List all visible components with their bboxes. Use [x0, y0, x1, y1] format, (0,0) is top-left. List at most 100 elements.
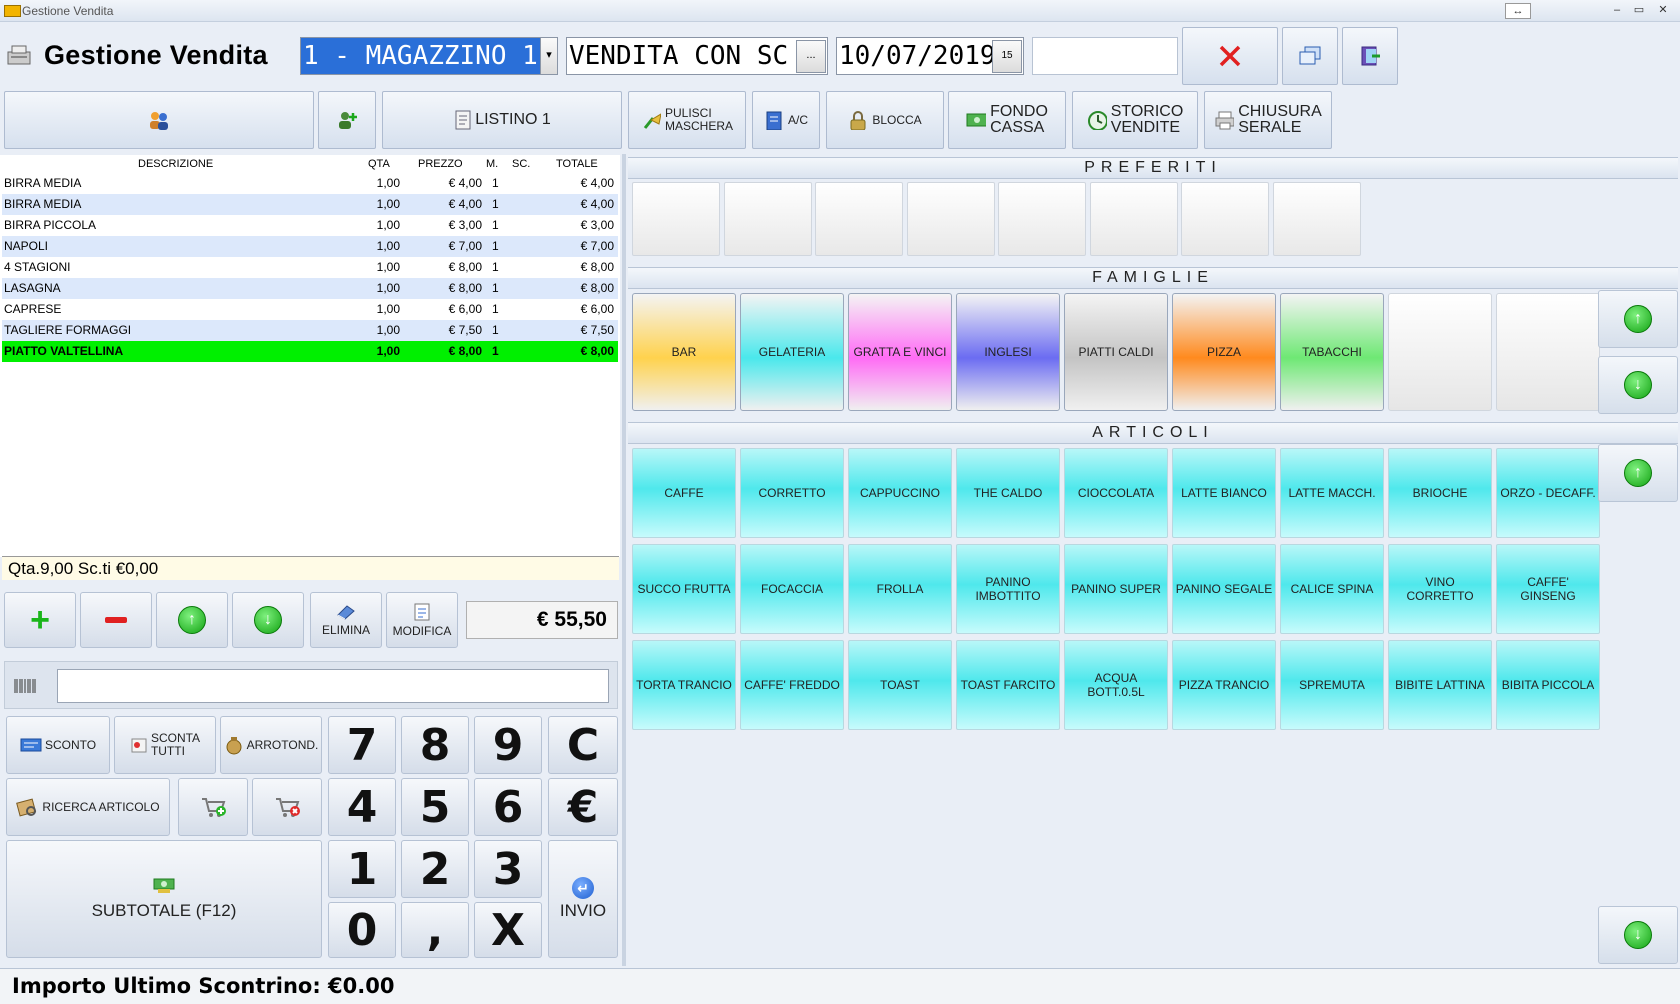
articolo-button[interactable]: PANINO IMBOTTITO: [956, 544, 1060, 634]
table-row[interactable]: BIRRA PICCOLA 1,00 € 3,00 1 € 3,00: [2, 215, 618, 236]
key-5[interactable]: 5: [401, 778, 469, 836]
exit-button[interactable]: [1342, 27, 1398, 85]
articolo-button[interactable]: CAPPUCCINO: [848, 448, 952, 538]
articolo-button[interactable]: CAFFE' GINSENG: [1496, 544, 1600, 634]
sconta-tutti-button[interactable]: SCONTA TUTTI: [114, 716, 216, 774]
articolo-button[interactable]: FOCACCIA: [740, 544, 844, 634]
extra-input[interactable]: [1032, 37, 1178, 75]
preferito-slot[interactable]: [998, 182, 1086, 256]
articoli-scroll-down[interactable]: ↓: [1598, 906, 1678, 964]
famiglia-button[interactable]: GELATERIA: [740, 293, 844, 411]
preferito-slot[interactable]: [1181, 182, 1269, 256]
table-row[interactable]: BIRRA MEDIA 1,00 € 4,00 1 € 4,00: [2, 173, 618, 194]
key-comma[interactable]: ,: [401, 902, 469, 958]
key-3[interactable]: 3: [474, 840, 542, 898]
key-euro[interactable]: €: [548, 778, 618, 836]
articolo-button[interactable]: LATTE MACCH.: [1280, 448, 1384, 538]
subtotale-button[interactable]: SUBTOTALE (F12): [6, 840, 322, 958]
barcode-input[interactable]: [57, 669, 609, 703]
maximize-button[interactable]: ▭: [1632, 3, 1646, 17]
key-1[interactable]: 1: [328, 840, 396, 898]
famiglia-button[interactable]: PIZZA: [1172, 293, 1276, 411]
famiglie-scroll-down[interactable]: ↓: [1598, 356, 1678, 414]
ac-button[interactable]: A/C: [752, 91, 820, 149]
articolo-button[interactable]: ORZO - DECAFF.: [1496, 448, 1600, 538]
table-row[interactable]: LASAGNA 1,00 € 8,00 1 € 8,00: [2, 278, 618, 299]
famiglia-empty-slot[interactable]: [1388, 293, 1492, 411]
move-down-button[interactable]: ↓: [232, 592, 304, 648]
articolo-button[interactable]: PANINO SEGALE: [1172, 544, 1276, 634]
chiusura-serale-button[interactable]: CHIUSURA SERALE: [1204, 91, 1332, 149]
invio-button[interactable]: ↵ INVIO: [548, 840, 618, 958]
arrotond-button[interactable]: ARROTOND.: [220, 716, 322, 774]
articolo-button[interactable]: TOAST: [848, 640, 952, 730]
famiglia-empty-slot[interactable]: [1496, 293, 1600, 411]
add-customer-button[interactable]: [318, 91, 376, 149]
articolo-button[interactable]: CORRETTO: [740, 448, 844, 538]
articolo-button[interactable]: BIBITA PICCOLA: [1496, 640, 1600, 730]
preferito-slot[interactable]: [1089, 182, 1178, 256]
calendar-button[interactable]: 15: [992, 40, 1022, 73]
decrease-qty-button[interactable]: [80, 592, 152, 648]
move-up-button[interactable]: ↑: [156, 592, 228, 648]
articolo-button[interactable]: CAFFE' FREDDO: [740, 640, 844, 730]
listino-button[interactable]: LISTINO 1: [382, 91, 622, 149]
table-row[interactable]: TAGLIERE FORMAGGI 1,00 € 7,50 1 € 7,50: [2, 320, 618, 341]
ricerca-articolo-button[interactable]: RICERCA ARTICOLO: [6, 778, 170, 836]
articolo-button[interactable]: VINO CORRETTO: [1388, 544, 1492, 634]
restore-arrows-icon[interactable]: ↔: [1505, 3, 1531, 19]
famiglia-button[interactable]: GRATTA E VINCI: [848, 293, 952, 411]
articolo-button[interactable]: TORTA TRANCIO: [632, 640, 736, 730]
table-row[interactable]: BIRRA MEDIA 1,00 € 4,00 1 € 4,00: [2, 194, 618, 215]
elimina-button[interactable]: ELIMINA: [310, 592, 382, 648]
sale-type-field[interactable]: VENDITA CON SC: [566, 37, 828, 75]
articolo-button[interactable]: BRIOCHE: [1388, 448, 1492, 538]
key-clear[interactable]: C: [548, 716, 618, 774]
famiglia-button[interactable]: BAR: [632, 293, 736, 411]
table-row[interactable]: CAPRESE 1,00 € 6,00 1 € 6,00: [2, 299, 618, 320]
window-layout-button[interactable]: [1282, 27, 1338, 85]
warehouse-select[interactable]: 1 - MAGAZZINO 1: [300, 37, 542, 75]
famiglia-button[interactable]: TABACCHI: [1280, 293, 1384, 411]
articolo-button[interactable]: BIBITE LATTINA: [1388, 640, 1492, 730]
close-sale-button[interactable]: [1182, 27, 1278, 85]
articolo-button[interactable]: SUCCO FRUTTA: [632, 544, 736, 634]
articoli-scroll-up[interactable]: ↑: [1598, 444, 1678, 502]
key-0[interactable]: 0: [328, 902, 396, 958]
famiglie-scroll-up[interactable]: ↑: [1598, 290, 1678, 348]
key-multiply[interactable]: X: [474, 902, 542, 958]
preferito-slot[interactable]: [1272, 182, 1361, 256]
fondo-cassa-button[interactable]: FONDO CASSA: [948, 91, 1066, 149]
articolo-button[interactable]: CALICE SPINA: [1280, 544, 1384, 634]
modifica-button[interactable]: MODIFICA: [386, 592, 458, 648]
articolo-button[interactable]: CIOCCOLATA: [1064, 448, 1168, 538]
articolo-button[interactable]: CAFFE: [632, 448, 736, 538]
key-2[interactable]: 2: [401, 840, 469, 898]
articolo-button[interactable]: TOAST FARCITO: [956, 640, 1060, 730]
storico-vendite-button[interactable]: STORICO VENDITE: [1072, 91, 1198, 149]
sconto-button[interactable]: SCONTO: [6, 716, 110, 774]
key-8[interactable]: 8: [401, 716, 469, 774]
articolo-button[interactable]: ACQUA BOTT.0.5L: [1064, 640, 1168, 730]
sale-type-browse-button[interactable]: ...: [796, 40, 826, 73]
key-4[interactable]: 4: [328, 778, 396, 836]
articolo-button[interactable]: THE CALDO: [956, 448, 1060, 538]
table-row[interactable]: PIATTO VALTELLINA 1,00 € 8,00 1 € 8,00: [2, 341, 618, 362]
key-6[interactable]: 6: [474, 778, 542, 836]
articolo-button[interactable]: SPREMUTA: [1280, 640, 1384, 730]
articolo-button[interactable]: LATTE BIANCO: [1172, 448, 1276, 538]
blocca-button[interactable]: BLOCCA: [826, 91, 944, 149]
add-to-cart-button[interactable]: [178, 778, 248, 836]
preferito-slot[interactable]: [632, 182, 720, 256]
key-9[interactable]: 9: [474, 716, 542, 774]
table-row[interactable]: NAPOLI 1,00 € 7,00 1 € 7,00: [2, 236, 618, 257]
famiglia-button[interactable]: PIATTI CALDI: [1064, 293, 1168, 411]
customer-button[interactable]: [4, 91, 314, 149]
famiglia-button[interactable]: INGLESI: [956, 293, 1060, 411]
key-7[interactable]: 7: [328, 716, 396, 774]
preferito-slot[interactable]: [723, 182, 812, 256]
pulisci-maschera-button[interactable]: PULISCI MASCHERA: [628, 91, 746, 149]
remove-from-cart-button[interactable]: [252, 778, 322, 836]
increase-qty-button[interactable]: +: [4, 592, 76, 648]
articolo-button[interactable]: FROLLA: [848, 544, 952, 634]
